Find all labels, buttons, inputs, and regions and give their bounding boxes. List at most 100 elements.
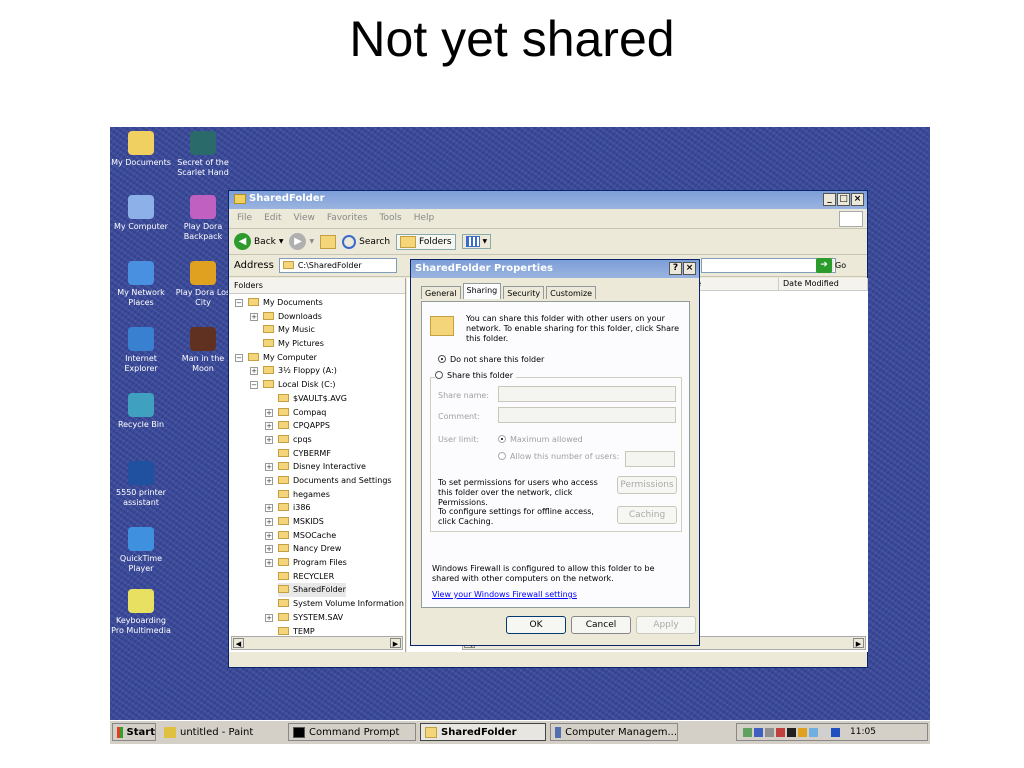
tree-item[interactable]: + CPQAPPS (229, 419, 405, 433)
share-name-input[interactable] (498, 386, 676, 402)
tree-item[interactable]: $VAULT$.AVG (229, 392, 405, 406)
tree-item[interactable]: + Compaq (229, 406, 405, 420)
tree-item[interactable]: + Program Files (229, 556, 405, 570)
expand-icon[interactable]: + (265, 559, 273, 568)
minimize-button[interactable]: _ (823, 193, 836, 206)
scroll-right-icon[interactable]: ▶ (853, 638, 864, 648)
help-button[interactable]: ? (669, 262, 682, 275)
dialog-close-button[interactable]: × (683, 262, 696, 275)
taskbar-item-command-prompt[interactable]: Command Prompt (288, 723, 416, 741)
desktop-icon-recycle-bin[interactable]: Recycle Bin (110, 393, 172, 430)
maximize-button[interactable]: □ (837, 193, 850, 206)
ok-button[interactable]: OK (506, 616, 566, 634)
scroll-right-icon[interactable]: ▶ (390, 638, 401, 648)
tree-item[interactable]: + SYSTEM.SAV (229, 611, 405, 625)
menu-help[interactable]: Help (414, 213, 435, 228)
tree-item[interactable]: + cpqs (229, 433, 405, 447)
dialog-titlebar[interactable]: SharedFolder Properties ? × (411, 260, 699, 278)
tree-item[interactable]: + Nancy Drew (229, 542, 405, 556)
tree-item[interactable]: + Disney Interactive (229, 460, 405, 474)
search-button[interactable]: Search (342, 234, 390, 249)
radio-allow-number[interactable]: Allow this number of users: (498, 452, 619, 461)
views-button[interactable]: ▼ (461, 234, 492, 249)
tray-connection-icon[interactable] (809, 727, 818, 737)
caching-button[interactable]: Caching (617, 506, 677, 524)
tree-item[interactable]: +3½ Floppy (A:) (229, 364, 405, 378)
address-input[interactable]: C:\SharedFolder (278, 258, 397, 273)
tray-pen-icon[interactable] (743, 727, 752, 737)
tree-item[interactable]: + i386 (229, 501, 405, 515)
tree-item[interactable]: − My Computer (229, 351, 405, 365)
radio-do-not-share[interactable]: Do not share this folder (438, 355, 544, 364)
desktop-icon-my-computer[interactable]: My Computer (110, 195, 172, 232)
menu-favorites[interactable]: Favorites (327, 213, 368, 228)
tray-security-icon[interactable] (765, 727, 774, 737)
expand-icon[interactable]: + (265, 463, 273, 472)
desktop-icon-keyboarding-pro[interactable]: Keyboarding Pro Multimedia (110, 589, 172, 636)
tab-general[interactable]: General (421, 286, 461, 299)
back-button[interactable]: ◀ Back ▼ (234, 233, 283, 250)
folders-button[interactable]: Folders (396, 233, 456, 250)
up-folder-button[interactable] (320, 234, 337, 249)
tree-item[interactable]: SharedFolder (229, 583, 405, 598)
tree-item[interactable]: − My Documents (229, 296, 405, 310)
cancel-button[interactable]: Cancel (571, 616, 631, 634)
tree-item[interactable]: My Music (229, 323, 405, 337)
column-type[interactable]: pe (687, 278, 779, 291)
menu-tools[interactable]: Tools (380, 213, 402, 228)
desktop-icon-quicktime[interactable]: QuickTime Player (110, 527, 172, 574)
tree-item[interactable]: My Pictures (229, 337, 405, 351)
tray-network-icon[interactable] (798, 727, 807, 737)
collapse-icon[interactable]: − (250, 381, 258, 390)
tree-item[interactable]: RECYCLER (229, 570, 405, 584)
tab-sharing[interactable]: Sharing (462, 283, 502, 299)
desktop-icon-network-places[interactable]: My Network Places (110, 261, 172, 308)
tab-security[interactable]: Security (503, 286, 545, 299)
apply-button[interactable]: Apply (636, 616, 696, 634)
desktop-icon-secret-scarlet-hand[interactable]: Secret of the Scarlet Hand (172, 131, 234, 178)
expand-icon[interactable]: + (265, 435, 273, 444)
start-button[interactable]: Start (112, 723, 156, 741)
expand-icon[interactable]: + (265, 518, 273, 526)
column-date-modified[interactable]: Date Modified (779, 278, 868, 291)
taskbar-item-paint[interactable]: untitled - Paint (160, 723, 280, 741)
collapse-icon[interactable]: − (235, 299, 243, 307)
tree-item[interactable]: + MSKIDS (229, 515, 405, 529)
go-button[interactable]: ➜ Go (816, 258, 846, 273)
scroll-left-icon[interactable]: ◀ (233, 638, 244, 648)
desktop-icon-printer-assistant[interactable]: 5550 printer assistant (110, 461, 172, 508)
radio-share-this-folder[interactable]: Share this folder (435, 371, 516, 380)
collapse-icon[interactable]: − (235, 353, 243, 362)
folders-hscrollbar[interactable]: ◀ ▶ (231, 636, 403, 650)
expand-icon[interactable]: + (265, 476, 273, 485)
permissions-button[interactable]: Permissions (617, 476, 677, 494)
expand-icon[interactable]: + (265, 545, 273, 554)
radio-maximum-allowed[interactable]: Maximum allowed (498, 435, 583, 444)
taskbar-item-sharedfolder[interactable]: SharedFolder (420, 723, 546, 741)
desktop-icon-my-documents[interactable]: My Documents (110, 131, 172, 168)
comment-input[interactable] (498, 407, 676, 423)
taskbar-item-computer-management[interactable]: Computer Managem... (550, 723, 678, 741)
tab-customize[interactable]: Customize (546, 286, 597, 299)
expand-icon[interactable]: + (265, 531, 273, 540)
tree-item[interactable]: + Documents and Settings (229, 474, 405, 488)
tree-item[interactable]: + Downloads (229, 310, 405, 324)
tray-display-icon[interactable] (787, 727, 796, 737)
tree-item[interactable]: + MSOCache (229, 529, 405, 543)
expand-icon[interactable]: + (265, 504, 273, 513)
tray-app-icon[interactable] (754, 727, 763, 737)
menu-view[interactable]: View (294, 213, 315, 228)
tree-item[interactable]: CYBERMF (229, 447, 405, 461)
expand-icon[interactable]: + (265, 408, 273, 417)
expand-icon[interactable]: + (250, 367, 258, 376)
desktop-icon-dora-backpack[interactable]: Play Dora Backpack (172, 195, 234, 242)
desktop-icon-dora-lost-city[interactable]: Play Dora Los City (172, 261, 234, 308)
close-button[interactable]: × (851, 193, 864, 206)
expand-icon[interactable]: + (250, 312, 258, 321)
tray-antivirus-icon[interactable] (776, 727, 785, 737)
menu-file[interactable]: File (237, 213, 252, 228)
firewall-settings-link[interactable]: View your Windows Firewall settings (432, 590, 577, 599)
tray-misc-icon[interactable] (820, 727, 829, 737)
tree-item[interactable]: hegames (229, 488, 405, 502)
user-count-spinner[interactable] (625, 451, 675, 467)
